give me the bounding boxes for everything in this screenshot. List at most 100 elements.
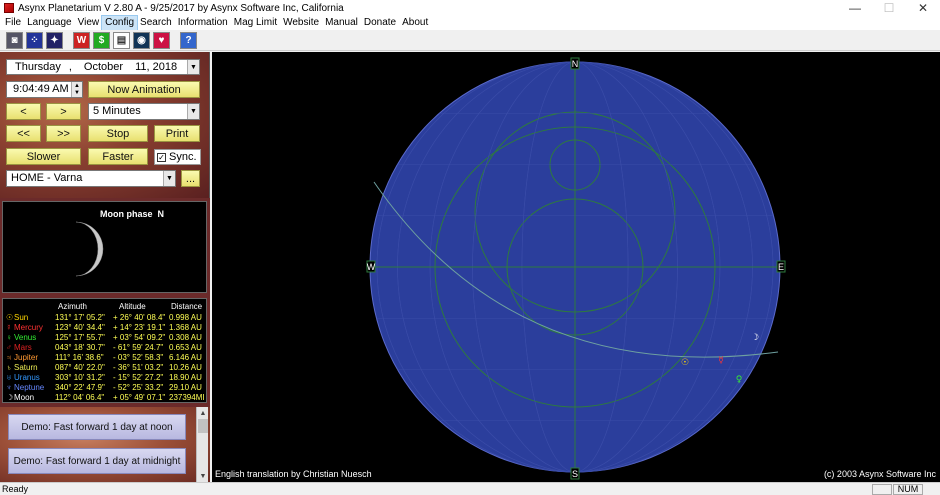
azimuth-value: 131° 17' 05.2" (55, 313, 105, 322)
planet-symbol-icon: ☉ (6, 313, 14, 322)
table-row: ♂ Mars 043° 18' 30.7" - 61° 59' 24.7" 0.653 … (3, 343, 208, 353)
demo-noon-button[interactable]: Demo: Fast forward 1 day at noon (8, 414, 186, 440)
distance-value: 237394MI (169, 393, 205, 402)
planet-symbol-icon: ♀ (6, 333, 12, 342)
step-forward-button[interactable]: > (46, 103, 81, 120)
menu-language[interactable]: Language (24, 16, 75, 30)
menu-view[interactable]: View (75, 16, 103, 30)
time-spinner[interactable]: ▲ ▼ (71, 82, 82, 97)
south-label: S (572, 469, 578, 479)
menu-about[interactable]: About (399, 16, 431, 30)
demo-scrollbar[interactable]: ▲ ▼ (196, 407, 208, 482)
status-bar: Ready NUM (0, 482, 940, 495)
chevron-down-icon[interactable]: ▼ (187, 104, 199, 119)
sky-mark-venus[interactable]: ♀ (736, 375, 743, 385)
menu-website[interactable]: Website (280, 16, 322, 30)
menu-config[interactable]: Config (101, 15, 139, 31)
maximize-button[interactable]: ☐ (872, 0, 906, 16)
now-animation-button[interactable]: Now Animation (88, 81, 200, 98)
sync-checkbox[interactable]: ✓ Sync. (154, 149, 201, 165)
chevron-down-icon[interactable]: ▼ (163, 171, 175, 186)
chevron-down-icon[interactable]: ▼ (187, 60, 199, 74)
step-back-button[interactable]: < (6, 103, 41, 120)
scroll-up-icon[interactable]: ▲ (197, 407, 209, 419)
altitude-value: - 15° 52' 27.2" (113, 373, 164, 382)
table-row: ☽ Moon 112° 04' 06.4" + 05° 49' 07.1" 237394… (3, 393, 208, 403)
fast-back-button[interactable]: << (6, 125, 41, 142)
wikipedia-icon[interactable]: W (73, 31, 90, 49)
planet-name: Jupiter (14, 353, 39, 362)
date-picker[interactable]: Thursday , October 11, 2018 ▼ (6, 59, 200, 75)
num-lock-indicator: NUM (893, 484, 923, 495)
status-text: Ready (2, 484, 29, 494)
minimize-button[interactable]: — (838, 0, 872, 16)
checkbox-mark: ✓ (157, 152, 166, 162)
date-month: October (83, 61, 124, 73)
help-icon[interactable]: ? (180, 31, 197, 49)
planet-symbol-icon: ♅ (6, 373, 12, 382)
toolbar: ◙ ⁘ ✦ W $ ▤ ◉ ♥? (0, 30, 940, 51)
donate-icon[interactable]: $ (93, 31, 110, 49)
column-header-distance: Distance (171, 302, 203, 311)
menu-information[interactable]: Information (175, 16, 231, 30)
constellation-icon[interactable]: ⁘ (26, 31, 43, 49)
menu-search[interactable]: Search (137, 16, 175, 30)
table-row: ☿ Mercury 123° 40' 34.4" + 14° 23' 19.1" 1.3… (3, 323, 208, 333)
sky-mark-moon[interactable]: ☽ (751, 333, 759, 343)
planet-symbol-icon: ♄ (6, 363, 12, 372)
app-window: Asynx Planetarium V 2.80 A - 9/25/2017 b… (0, 0, 940, 495)
left-panel: Thursday , October 11, 2018 ▼ 9:04:49 AM… (0, 52, 210, 482)
close-button[interactable]: ✕ (906, 0, 940, 16)
sky-mark-mercury[interactable]: ☿ (718, 356, 724, 366)
time-value: 9:04:49 AM (13, 83, 69, 95)
heart-icon[interactable]: ♥ (153, 31, 170, 49)
faster-button[interactable]: Faster (88, 148, 148, 165)
scroll-thumb[interactable] (198, 419, 208, 433)
menu-file[interactable]: File (2, 16, 24, 30)
distance-value: 0.653 AU (169, 343, 202, 352)
distance-value: 0.998 AU (169, 313, 202, 322)
west-label: W (367, 262, 376, 272)
slower-button[interactable]: Slower (6, 148, 81, 165)
date-day: Thursday (15, 61, 61, 73)
azimuth-value: 111° 16' 38.6" (55, 353, 104, 362)
star-map-icon[interactable]: ◙ (6, 31, 23, 49)
translation-credit: English translation by Christian Nuesch (215, 469, 372, 479)
planet-symbol-icon: ☽ (6, 393, 14, 402)
date-daynum: 11, 2018 (135, 61, 178, 73)
demo-midnight-button[interactable]: Demo: Fast forward 1 day at midnight (8, 448, 186, 474)
azimuth-value: 303° 10' 31.2" (55, 373, 105, 382)
interval-select[interactable]: 5 Minutes ▼ (88, 103, 200, 120)
scroll-down-icon[interactable]: ▼ (197, 470, 209, 482)
planet-symbol-icon: ♆ (6, 383, 12, 392)
menu-mag-limit[interactable]: Mag Limit (231, 16, 280, 30)
title-bar: Asynx Planetarium V 2.80 A - 9/25/2017 b… (0, 0, 940, 16)
azimuth-value: 087° 40' 22.0" (55, 363, 105, 372)
documents-icon[interactable]: ▤ (113, 31, 130, 49)
location-more-button[interactable]: ... (181, 170, 200, 187)
planet-name: Sun (14, 313, 29, 322)
menu-manual[interactable]: Manual (322, 16, 361, 30)
planet-name: Venus (14, 333, 37, 342)
menu-bar: File Language View Config Search Information M… (0, 15, 940, 31)
planet-name: Moon (14, 393, 35, 402)
print-button[interactable]: Print (154, 125, 200, 142)
planet-symbol-icon: ♃ (6, 353, 12, 362)
earth-icon[interactable]: ◉ (133, 31, 150, 49)
fast-forward-button[interactable]: >> (46, 125, 81, 142)
altitude-value: + 05° 49' 07.1" (113, 393, 166, 402)
sky-view[interactable]: N S W E ☉ ☿ ♀ ☽ English translation by Christia… (212, 52, 940, 482)
planets-icon[interactable]: ✦ (46, 31, 63, 49)
menu-donate[interactable]: Donate (361, 16, 399, 30)
location-select[interactable]: HOME - Varna ▼ (6, 170, 176, 187)
demo-list-panel: Demo: Fast forward 1 day at noon Demo: F… (0, 407, 210, 482)
altitude-value: - 36° 51' 03.2" (113, 363, 164, 372)
table-row: ♃ Jupiter 111° 16' 38.6" - 03° 52' 58.3" 6.1… (3, 353, 208, 363)
sky-chart[interactable]: N S W E ☉ ☿ ♀ ☽ (212, 52, 940, 482)
time-input[interactable]: 9:04:49 AM ▲ ▼ (6, 81, 83, 98)
east-label: E (778, 262, 784, 272)
window-title: Asynx Planetarium V 2.80 A - 9/25/2017 b… (18, 2, 344, 14)
sky-mark-sun[interactable]: ☉ (681, 358, 689, 368)
altitude-value: + 26° 40' 08.4" (113, 313, 166, 322)
stop-button[interactable]: Stop (88, 125, 148, 142)
